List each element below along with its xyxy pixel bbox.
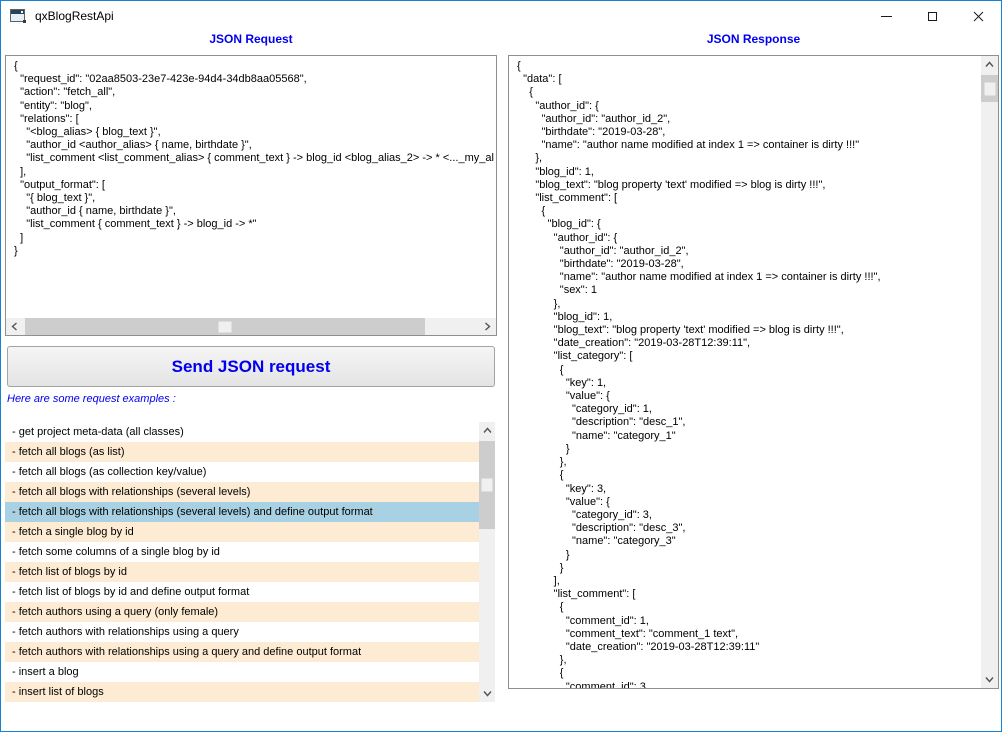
scroll-up-icon[interactable] <box>981 56 998 73</box>
example-item[interactable]: - fetch a single blog by id <box>5 522 479 542</box>
example-item[interactable]: - fetch authors with relationships using… <box>5 622 479 642</box>
example-item[interactable]: - insert a blog <box>5 662 479 682</box>
example-item[interactable]: - get project meta-data (all classes) <box>5 422 479 442</box>
scroll-gripper <box>482 479 493 492</box>
titlebar: qxBlogRestApi <box>1 1 1001 31</box>
examples-vertical-scrollbar[interactable] <box>479 422 495 702</box>
examples-rows: - get project meta-data (all classes)- f… <box>5 422 495 702</box>
scroll-down-icon[interactable] <box>981 671 998 688</box>
scroll-right-icon[interactable] <box>479 318 496 335</box>
response-panel-title: JSON Response <box>508 32 999 48</box>
request-hscroll-thumb[interactable] <box>25 318 425 335</box>
window-title: qxBlogRestApi <box>35 9 114 23</box>
response-json-viewer[interactable]: { "data": [ { "author_id": { "author_id"… <box>508 55 999 689</box>
minimize-button[interactable] <box>863 1 909 31</box>
example-item[interactable]: - fetch list of blogs by id and define o… <box>5 582 479 602</box>
examples-list: - get project meta-data (all classes)- f… <box>5 422 495 702</box>
app-window: qxBlogRestApi JSON Request JSON Response… <box>0 0 1002 732</box>
minimize-icon <box>881 16 892 17</box>
response-json-text: { "data": [ { "author_id": { "author_id"… <box>509 56 998 689</box>
request-json-editor[interactable]: { "request_id": "02aa8503-23e7-423e-94d4… <box>5 55 497 336</box>
example-item[interactable]: - fetch authors with relationships using… <box>5 642 479 662</box>
app-icon <box>10 9 27 24</box>
examples-label: Here are some request examples : <box>7 393 176 405</box>
close-button[interactable] <box>955 1 1001 31</box>
request-panel-title: JSON Request <box>5 32 497 48</box>
examples-vscroll-thumb[interactable] <box>479 441 495 529</box>
close-icon <box>973 11 984 22</box>
scroll-gripper <box>219 321 232 332</box>
maximize-button[interactable] <box>909 1 955 31</box>
window-controls <box>863 1 1001 31</box>
example-item[interactable]: - fetch some columns of a single blog by… <box>5 542 479 562</box>
example-item[interactable]: - fetch all blogs (as list) <box>5 442 479 462</box>
scroll-left-icon[interactable] <box>6 318 23 335</box>
scroll-down-icon[interactable] <box>479 685 495 702</box>
example-item[interactable]: - insert list of blogs <box>5 682 479 702</box>
request-json-text: { "request_id": "02aa8503-23e7-423e-94d4… <box>6 56 496 258</box>
example-item[interactable]: - fetch all blogs (as collection key/val… <box>5 462 479 482</box>
scroll-gripper <box>984 82 995 95</box>
example-item[interactable]: - fetch all blogs with relationships (se… <box>5 502 479 522</box>
response-vertical-scrollbar[interactable] <box>981 56 998 688</box>
maximize-icon <box>928 12 937 21</box>
example-item[interactable]: - fetch list of blogs by id <box>5 562 479 582</box>
scroll-up-icon[interactable] <box>479 422 495 439</box>
example-item[interactable]: - fetch authors using a query (only fema… <box>5 602 479 622</box>
response-vscroll-thumb[interactable] <box>981 75 998 102</box>
example-item[interactable]: - fetch all blogs with relationships (se… <box>5 482 479 502</box>
request-horizontal-scrollbar[interactable] <box>6 318 496 335</box>
send-json-request-button[interactable]: Send JSON request <box>7 346 495 387</box>
